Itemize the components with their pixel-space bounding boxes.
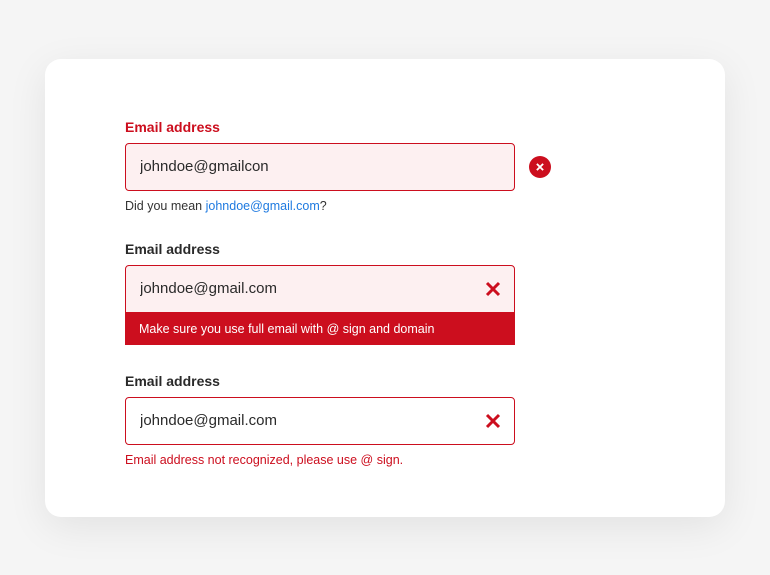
form-card: Email address Did you mean johndoe@gmail… [45,59,725,517]
email-label-2: Email address [125,241,645,257]
email-field-1[interactable] [125,143,515,191]
input-wrapper-3 [125,397,515,445]
email-field-3[interactable] [125,397,515,445]
email-suggestion: Did you mean johndoe@gmail.com? [125,199,645,213]
suggestion-prefix: Did you mean [125,199,206,213]
suggestion-link[interactable]: johndoe@gmail.com [206,199,320,213]
error-badge-icon [529,156,551,178]
email-label-1: Email address [125,119,645,135]
clear-input-icon[interactable] [485,413,501,429]
error-banner: Make sure you use full email with @ sign… [125,313,515,345]
input-row-1 [125,143,645,191]
form-group-1: Email address Did you mean johndoe@gmail… [125,119,645,213]
clear-input-icon[interactable] [485,281,501,297]
form-group-2: Email address Make sure you use full ema… [125,241,645,345]
input-wrapper-2 [125,265,515,313]
form-group-3: Email address Email address not recogniz… [125,373,645,467]
email-label-3: Email address [125,373,645,389]
input-wrapper-1 [125,143,515,191]
email-field-2[interactable] [125,265,515,313]
suggestion-suffix: ? [320,199,327,213]
error-text: Email address not recognized, please use… [125,453,645,467]
